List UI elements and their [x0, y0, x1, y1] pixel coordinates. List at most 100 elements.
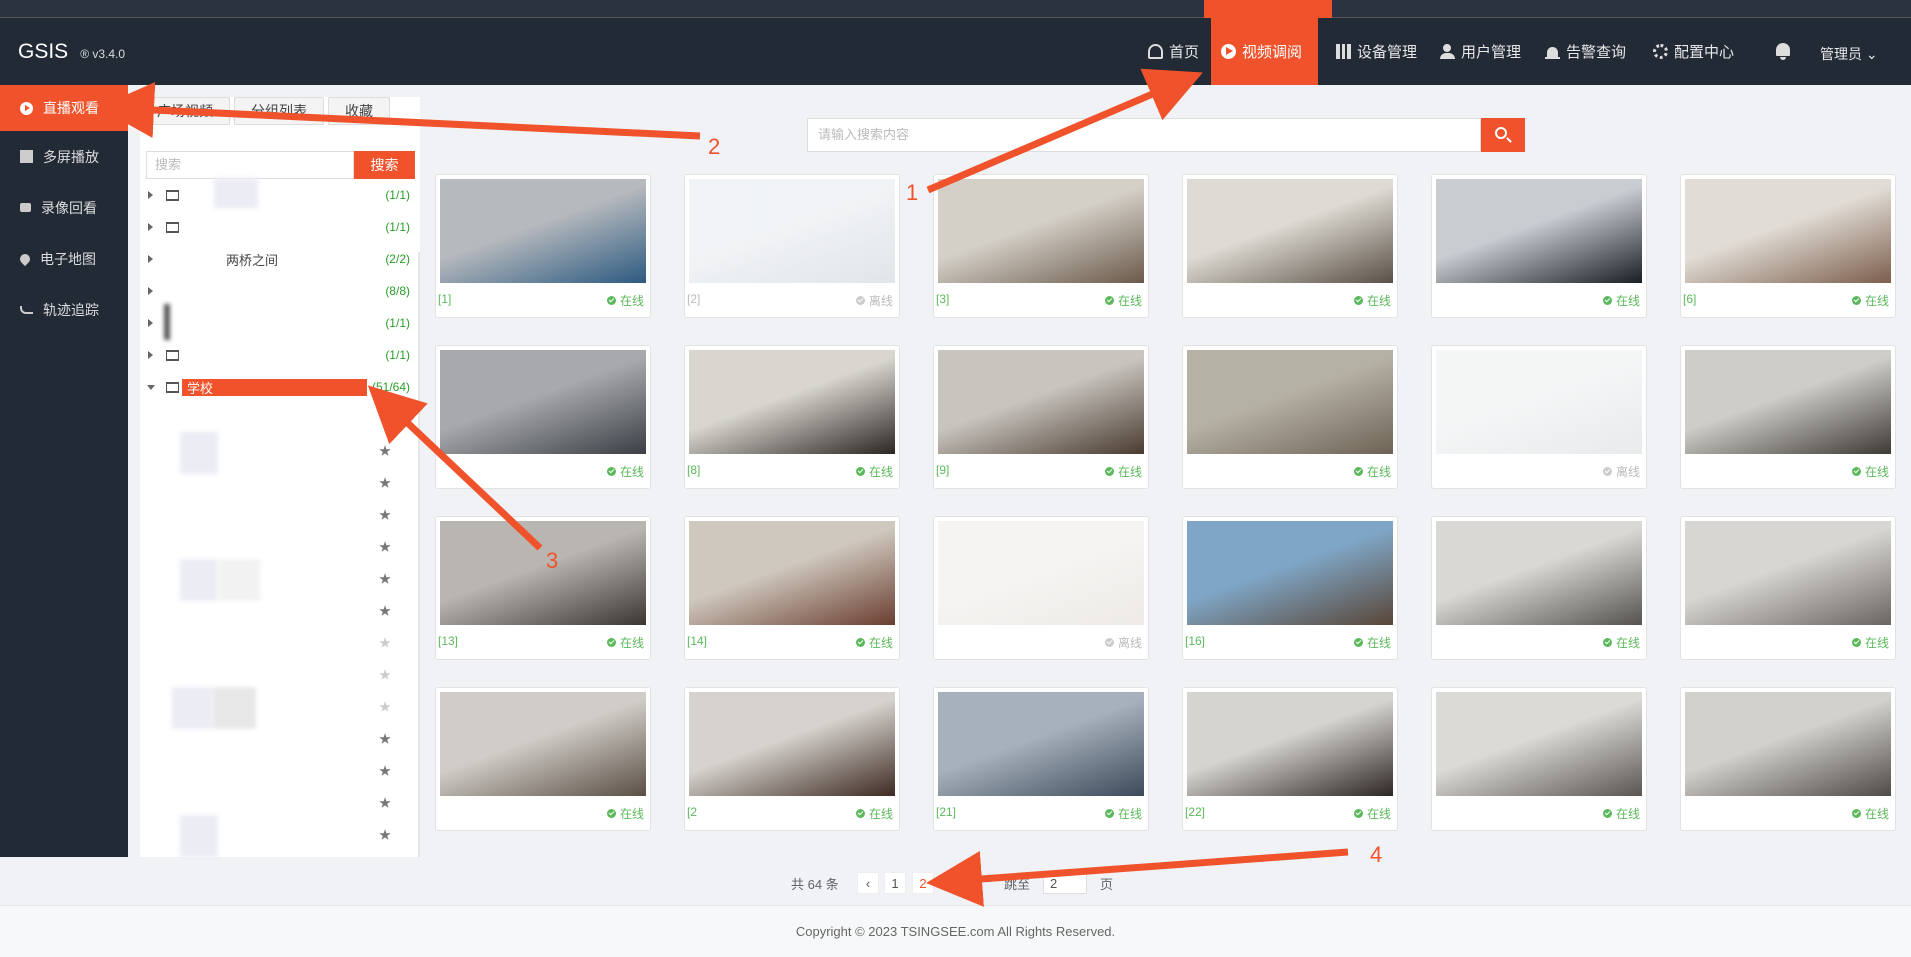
camera-card[interactable]: 在线 [435, 345, 651, 489]
camera-status-label: 在线 [619, 294, 644, 308]
sidebar-item-map[interactable]: 电子地图 [0, 233, 128, 284]
camera-card[interactable]: 在线 [1182, 345, 1398, 489]
camera-thumbnail[interactable] [1187, 350, 1393, 454]
camera-card[interactable]: 在线 [435, 687, 651, 831]
favorite-star-icon[interactable] [379, 605, 391, 616]
caret-down-icon [147, 384, 155, 390]
favorite-star-icon[interactable] [379, 477, 391, 488]
camera-thumbnail[interactable] [1436, 350, 1642, 454]
camera-thumbnail[interactable] [1187, 692, 1393, 796]
app-logo[interactable]: GSIS ® v3.4.0 [18, 40, 125, 64]
favorite-star-icon[interactable] [379, 445, 391, 456]
camera-thumbnail[interactable] [689, 521, 895, 625]
tree-node[interactable]: (1/1) [140, 344, 412, 366]
nav-video[interactable]: 视频调阅 [1211, 18, 1318, 85]
camera-card[interactable]: [2 在线 [684, 687, 900, 831]
camera-card[interactable]: 在线 [1431, 174, 1647, 318]
camera-card[interactable]: [8] 在线 [684, 345, 900, 489]
camera-card[interactable]: [9] 在线 [933, 345, 1149, 489]
camera-card[interactable]: [2] 离线 [684, 174, 900, 318]
nav-user[interactable]: 用户管理 [1430, 18, 1531, 85]
nav-device[interactable]: 设备管理 [1326, 18, 1427, 85]
camera-thumbnail[interactable] [689, 179, 895, 283]
camera-thumbnail[interactable] [938, 179, 1144, 283]
search-button[interactable] [1481, 118, 1525, 152]
sidebar-item-live[interactable]: 直播观看 [0, 85, 128, 131]
favorite-star-icon[interactable] [379, 829, 391, 840]
camera-card[interactable]: [1] 在线 [435, 174, 651, 318]
tree-search-button[interactable]: 搜索 [354, 151, 415, 179]
tree-node[interactable]: (8/8) [140, 280, 412, 302]
camera-thumbnail[interactable] [440, 350, 646, 454]
tab-square-video[interactable]: 广场视频 [140, 97, 230, 125]
camera-card[interactable]: 在线 [1182, 174, 1398, 318]
camera-card[interactable]: [22] 在线 [1182, 687, 1398, 831]
camera-thumbnail[interactable] [938, 350, 1144, 454]
favorite-star-icon[interactable] [379, 669, 391, 680]
camera-card[interactable]: [21] 在线 [933, 687, 1149, 831]
tree-node[interactable]: 两桥之间 (2/2) [140, 248, 412, 270]
camera-thumbnail[interactable] [440, 179, 646, 283]
sidebar-item-multiscreen[interactable]: 多屏播放 [0, 131, 128, 182]
camera-thumbnail[interactable] [440, 692, 646, 796]
camera-thumbnail[interactable] [1685, 692, 1891, 796]
camera-thumbnail[interactable] [938, 521, 1144, 625]
tab-favorites[interactable]: 收藏 [328, 97, 390, 125]
nav-alarm[interactable]: 告警查询 [1535, 18, 1636, 85]
camera-card[interactable]: 在线 [1431, 516, 1647, 660]
favorite-star-icon[interactable] [379, 701, 391, 712]
search-input[interactable]: 请输入搜索内容 [807, 118, 1481, 152]
nav-home[interactable]: 首页 [1138, 18, 1209, 85]
camera-card[interactable]: [16] 在线 [1182, 516, 1398, 660]
tree-node[interactable]: (1/1) [140, 178, 412, 208]
camera-card[interactable]: [3] 在线 [933, 174, 1149, 318]
camera-thumbnail[interactable] [1685, 179, 1891, 283]
sidebar-item-label: 直播观看 [43, 100, 99, 116]
camera-thumbnail[interactable] [938, 692, 1144, 796]
camera-card[interactable]: 在线 [1680, 687, 1896, 831]
search-icon [1495, 127, 1507, 139]
favorite-star-icon[interactable] [379, 797, 391, 808]
page-1-button[interactable]: 1 [884, 872, 906, 894]
tree-node[interactable]: (1/1) [140, 304, 412, 340]
camera-thumbnail[interactable] [1685, 350, 1891, 454]
tree-search-input[interactable]: 搜索 [146, 151, 354, 179]
tree-node[interactable]: (1/1) [140, 216, 412, 238]
nav-config[interactable]: 配置中心 [1643, 18, 1744, 85]
prev-page-button[interactable]: ‹ [857, 872, 879, 894]
online-check-icon [855, 638, 865, 647]
favorite-star-icon[interactable] [379, 637, 391, 648]
camera-thumbnail[interactable] [689, 692, 895, 796]
camera-thumbnail[interactable] [1436, 692, 1642, 796]
camera-thumbnail[interactable] [1187, 179, 1393, 283]
camera-thumbnail[interactable] [1436, 179, 1642, 283]
camera-card[interactable]: [6] 在线 [1680, 174, 1896, 318]
camera-card[interactable]: [14] 在线 [684, 516, 900, 660]
camera-card[interactable]: 离线 [1431, 345, 1647, 489]
tab-group-list[interactable]: 分组列表 [234, 97, 324, 125]
camera-thumbnail[interactable] [689, 350, 895, 454]
annotation-number-1: 1 [906, 180, 919, 205]
camera-card[interactable]: 在线 [1680, 516, 1896, 660]
camera-card[interactable]: 在线 [1680, 345, 1896, 489]
camera-card[interactable]: 离线 [933, 516, 1149, 660]
camera-thumbnail[interactable] [440, 521, 646, 625]
sidebar-item-playback[interactable]: 录像回看 [0, 182, 128, 233]
bell-icon[interactable] [1774, 42, 1792, 60]
favorite-star-icon[interactable] [379, 541, 391, 552]
tree-node-selected[interactable]: 学校 (51/64) [140, 376, 412, 398]
page-2-button[interactable]: 2 [912, 872, 934, 894]
favorite-star-icon[interactable] [379, 509, 391, 520]
favorite-star-icon[interactable] [379, 733, 391, 744]
favorite-star-icon[interactable] [379, 765, 391, 776]
camera-thumbnail[interactable] [1436, 521, 1642, 625]
camera-thumbnail[interactable] [1187, 521, 1393, 625]
tree-scrollbar[interactable] [418, 252, 420, 857]
admin-menu[interactable]: 管理员 ⌄ [1820, 44, 1878, 64]
camera-thumbnail[interactable] [1685, 521, 1891, 625]
page-jump-input[interactable]: 2 [1043, 873, 1087, 894]
camera-card[interactable]: 在线 [1431, 687, 1647, 831]
sidebar-item-track[interactable]: 轨迹追踪 [0, 284, 128, 335]
camera-card[interactable]: [13] 在线 [435, 516, 651, 660]
favorite-star-icon[interactable] [379, 573, 391, 584]
